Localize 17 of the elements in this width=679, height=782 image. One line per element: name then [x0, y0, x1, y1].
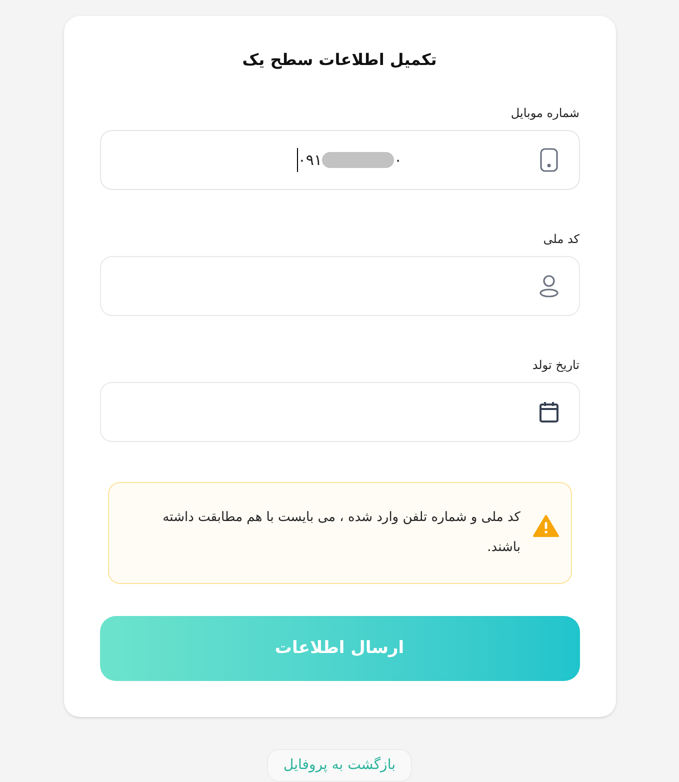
input-field[interactable] [100, 256, 580, 316]
warning-icon [532, 515, 558, 537]
field-value: ۰۹۱ [298, 150, 322, 171]
calendar-icon [538, 401, 558, 423]
input-field[interactable]: ۰۹۱ ۰ [100, 130, 580, 190]
phone-icon [538, 148, 558, 172]
field-label: شماره موبایل [510, 105, 580, 122]
text-cursor [296, 148, 298, 172]
form-title: تکمیل اطلاعات سطح یک [242, 49, 437, 71]
field-label: کد ملی [543, 231, 580, 248]
field-label: تاریخ تولد [532, 357, 580, 374]
back-to-profile-button[interactable]: بازگشت به پروفایل [266, 749, 412, 782]
input-field[interactable] [100, 382, 580, 442]
submit-button[interactable]: ارسال اطلاعات [100, 616, 580, 681]
warning-text: کد ملی و شماره تلفن وارد شده ، می بایست با هم مطابقت داشته باشند. [162, 509, 520, 557]
user-icon [538, 274, 558, 298]
field-value: ۰ [394, 150, 402, 171]
